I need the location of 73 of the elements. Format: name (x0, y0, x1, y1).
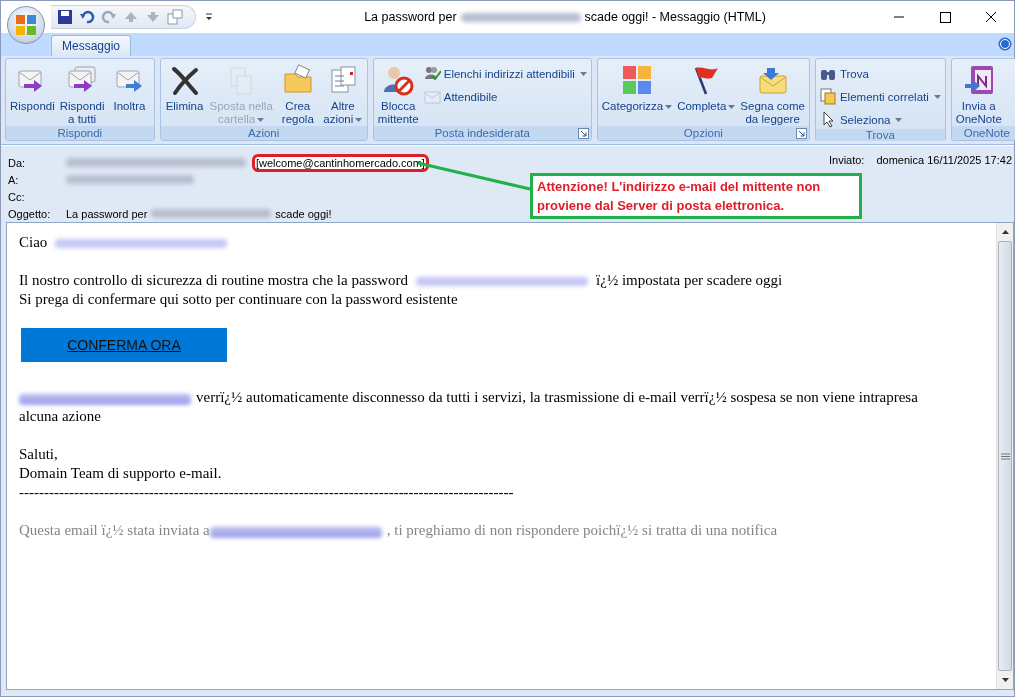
folder-icon (281, 64, 314, 96)
body-text: Saluti, (19, 446, 58, 462)
envelope-icon (423, 88, 441, 105)
highlighted-address: [welcome@cantinhomercado.com] (252, 153, 429, 172)
field-text: scade oggi! (275, 207, 332, 220)
grip-icon (1000, 452, 1010, 460)
ribbon-button[interactable]: Categorizza (599, 61, 675, 126)
warning-callout: Attenzione! L'indirizzo e-mail del mittente non proviene dal Server di posta elettronica. (530, 173, 862, 219)
body-text: Domain Team di supporto e-mail. (19, 465, 222, 481)
people-check-icon (423, 65, 441, 82)
ribbon-button[interactable]: Rispondi (8, 61, 57, 126)
field-label: Da: (8, 156, 27, 169)
group-label: Azioni (247, 127, 281, 139)
field-text: La password per (66, 207, 148, 220)
office-button[interactable] (7, 6, 45, 44)
customize-caret-icon[interactable] (204, 12, 214, 22)
help-icon[interactable] (998, 37, 1012, 51)
caret-icon (895, 117, 903, 122)
window-title: scade oggi! - Messaggio (HTML) (584, 10, 766, 24)
office-logo-icon (15, 14, 37, 36)
ribbon-button[interactable]: Elementi correlati (817, 87, 943, 106)
body-text: Ciao (19, 234, 48, 250)
ribbon-button[interactable]: Altre azioni (320, 61, 365, 126)
group-label: Opzioni (682, 127, 724, 139)
field-label: Cc: (8, 190, 26, 203)
window-title: La password per (364, 10, 457, 24)
body-text: Il nostro controllo di sicurezza di routine mostra che la password (19, 272, 409, 288)
body-text: Questa email ï¿½ stata inviata a (19, 522, 210, 538)
ribbon-button[interactable]: Rispondi a tutti (57, 61, 107, 126)
caret-icon (579, 71, 587, 76)
body-text: verrï¿½ automaticamente disconnesso da tutti i servizi, la trasmissione di e-mail verrï¿½ sospesa se non viene intrapresa (196, 389, 918, 405)
caret-icon (257, 117, 265, 122)
redo-icon[interactable] (101, 9, 117, 25)
body-text: Si prega di confermare qui sotto per continuare con la password esistente (19, 291, 458, 307)
confirm-button[interactable]: CONFERMA ORA (21, 328, 227, 362)
caret-icon (933, 94, 941, 99)
undo-icon[interactable] (79, 9, 95, 25)
ribbon-button[interactable]: Completa (675, 61, 738, 126)
color-grid-icon (620, 64, 653, 96)
dialog-launcher-icon[interactable] (795, 128, 807, 139)
documents-icon (819, 88, 837, 105)
ribbon-button[interactable]: Blocca mittente (375, 61, 421, 126)
group-label: Rispondi (56, 127, 104, 139)
body-text: ï¿½ impostata per scadere oggi (596, 272, 783, 288)
group-label: Trova (864, 129, 896, 141)
sent-date: domenica 16/11/2025 17:42 (876, 154, 1012, 166)
group-label: Posta indesiderata (433, 127, 531, 139)
caret-icon (728, 104, 736, 109)
ribbon-tab[interactable]: Messaggio (51, 35, 132, 56)
documents-icon[interactable] (167, 9, 183, 25)
caret-icon (355, 117, 363, 122)
field-label: Oggetto: (8, 207, 52, 220)
group-label: OneNote (962, 127, 1011, 139)
body-text: alcuna azione (19, 408, 102, 424)
ribbon-button[interactable]: Segna come da leggere (738, 61, 807, 126)
ribbon-button[interactable]: Crea regola (275, 61, 320, 126)
body-text: , ti preghiamo di non rispondere poichï¿½ si tratta di una notifica (386, 522, 778, 538)
scrollbar[interactable] (996, 223, 1013, 689)
ribbon-button[interactable]: Elenchi indirizzi attendibili (421, 64, 589, 83)
ribbon-button[interactable]: Seleziona (817, 110, 943, 129)
notebook-icon (962, 64, 995, 96)
body-text: --------------------------------------------------------------------------------------------------- (19, 484, 514, 500)
scrollbar-thumb[interactable] (998, 241, 1012, 671)
save-icon[interactable] (57, 9, 73, 25)
caret-icon (665, 104, 673, 109)
ribbon-button[interactable]: Invia a OneNote (953, 61, 1004, 126)
dialog-launcher-icon[interactable] (577, 128, 589, 139)
ribbon-button[interactable]: Trova (817, 64, 943, 83)
ribbon-button[interactable]: Elimina (162, 61, 207, 126)
ribbon-button[interactable]: Inoltra (107, 61, 152, 126)
field-label: Inviato: (828, 154, 865, 166)
person-blocked-icon (382, 64, 415, 96)
field-label: A: (8, 173, 20, 186)
